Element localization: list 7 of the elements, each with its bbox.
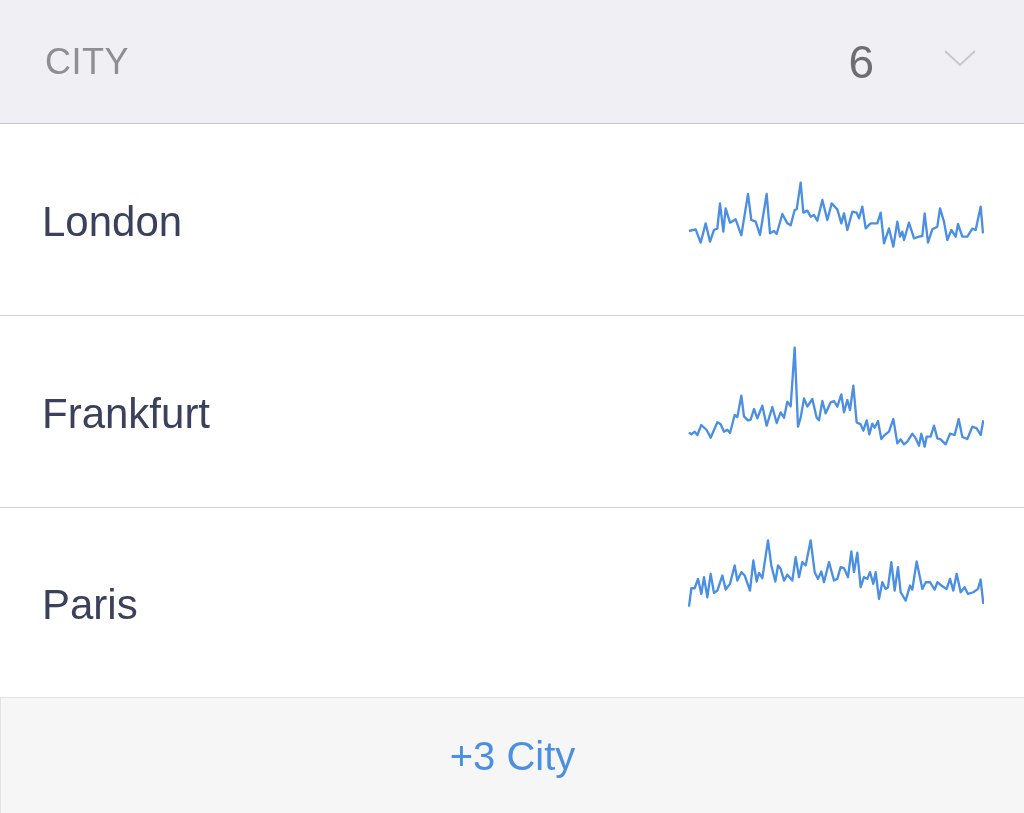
chevron-down-icon[interactable] (944, 50, 976, 67)
city-name: Frankfurt (42, 392, 211, 435)
show-more-button[interactable]: +3 City (0, 697, 1024, 813)
section-title: CITY (45, 43, 129, 80)
city-name: London (42, 200, 183, 243)
count-label: 6 (848, 38, 874, 85)
city-name: Paris (42, 583, 138, 626)
